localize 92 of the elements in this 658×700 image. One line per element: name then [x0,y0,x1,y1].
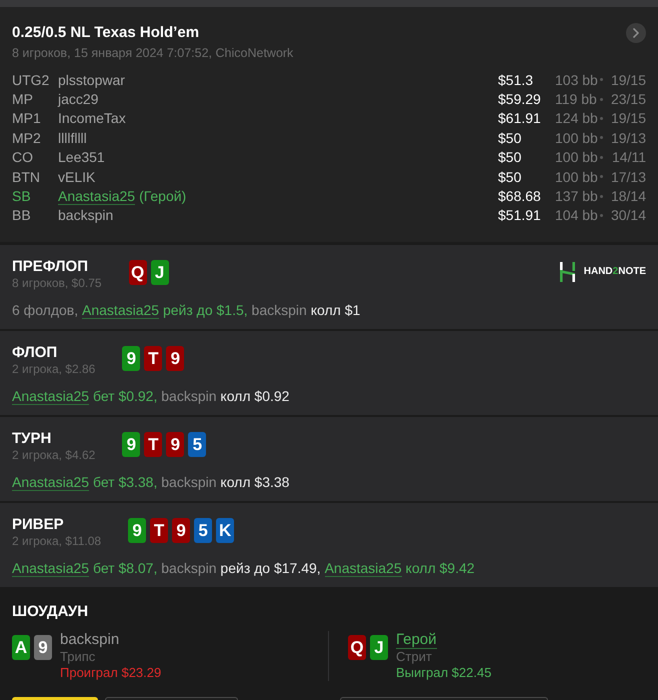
player-name: IncomeTax [58,109,126,128]
playing-card: 9 [34,635,52,660]
big-blinds: 104 bb [555,206,595,224]
playing-card: T [150,518,168,543]
result-text: Выиграл $22.45 [396,665,492,681]
position-label: MP2 [12,128,42,147]
big-blinds: 124 bb [555,109,595,128]
position-label: MP1 [12,109,42,128]
playing-card: J [370,635,388,660]
playing-card: A [12,635,30,660]
big-blinds: 100 bb [555,128,595,147]
playing-card: 5 [188,432,206,457]
player-name: backspin [58,206,114,224]
playing-card: 9 [122,432,140,457]
player-stats: 19/13 [610,128,646,147]
player-link[interactable]: Anastasia25 [12,560,90,577]
street-title: ПРЕФЛОП [12,258,89,276]
action-button[interactable] [12,697,98,700]
stack-amount: $50 [498,168,522,186]
playing-card: 9 [172,518,190,543]
next-button[interactable] [626,23,646,43]
playing-card: K [216,518,234,543]
player-link[interactable]: Герой [396,631,437,649]
action-line: 6 фолдов, Anastasia25 рейз до $1.5, backspin колл $1 [12,301,362,320]
result-text: Проиграл $23.29 [60,665,162,681]
action-button[interactable] [340,697,548,700]
player-link[interactable]: Anastasia25 [58,188,136,205]
playing-card: 9 [166,346,184,371]
playing-card: 9 [128,518,146,543]
playing-card: J [150,260,169,285]
player-name: Lee351 [58,148,105,166]
player-link[interactable]: Anastasia25 [12,388,90,405]
playing-card: T [144,432,162,457]
action-line: Anastasia25 бет $3.38, backspin колл $3.38 [12,473,290,492]
player-stats: 17/13 [610,168,646,186]
big-blinds: 137 bb [555,187,595,206]
player-name: vELIK [58,168,96,186]
playing-card: 9 [122,346,140,371]
player-stats: 30/14 [610,206,646,224]
stack-amount: $50 [498,128,522,147]
street-subtitle: 8 игроков, $0.75 [12,276,102,290]
playing-card: Q [128,260,147,285]
playing-card: Q [348,635,366,660]
position-label: BB [12,206,32,224]
big-blinds: 103 bb [555,70,595,89]
player-stats: 14/11 [611,148,646,166]
stack-amount: $59.29 [498,90,542,108]
big-blinds: 100 bb [555,148,595,166]
street-subtitle: 2 игрока, $4.62 [12,448,96,462]
logo-icon [560,262,575,282]
action-button[interactable] [105,697,238,700]
player-link[interactable]: Anastasia25 [12,474,90,491]
hand-rank: Трипс [60,649,96,665]
street-title: ФЛОП [12,344,58,362]
position-label: CO [12,148,34,166]
street-title: ТУРН [12,430,52,448]
player-link[interactable]: Anastasia25 [324,560,402,577]
player-stats: 23/15 [610,90,646,108]
chevron-right-icon [632,28,640,38]
hand-rank: Стрит [396,649,432,665]
player-stats: 19/15 [610,70,646,89]
playing-card: 5 [194,518,212,543]
hand-title: 0.25/0.5 NL Texas Hold’em [12,23,200,43]
action-line: Anastasia25 бет $8.07, backspin рейз до $17.49, Anastasia25 колл $9.42 [12,559,476,578]
street-subtitle: 2 игрока, $2.86 [12,362,96,376]
stack-amount: $50 [498,148,522,166]
logo-text: HAND2NOTE [584,266,646,278]
hero-tag: (Герой) [139,187,186,206]
player-name: jacc29 [58,90,98,108]
player-stats: 18/14 [610,187,646,206]
big-blinds: 100 bb [555,168,595,186]
stack-amount: $68.68 [498,187,542,206]
stack-amount: $61.91 [498,109,542,128]
stack-amount: $51.3 [498,70,534,89]
showdown-title: ШОУДАУН [12,603,90,621]
position-label: UTG2 [12,70,50,89]
player-name: plsstopwar [58,70,125,89]
street-subtitle: 2 игрока, $11.08 [12,534,102,548]
street-title: РИВЕР [12,516,65,534]
stack-amount: $51.91 [498,206,542,224]
player-name: backspin [60,631,120,649]
hand-subtitle: 8 игроков, 15 января 2024 7:07:52, ChicoNetwork [12,45,294,61]
player-stats: 19/15 [610,109,646,128]
position-label: SB [12,187,32,206]
player-link[interactable]: Anastasia25 [82,302,160,319]
big-blinds: 119 bb [555,90,595,108]
player-name: llllfllll [58,128,87,147]
playing-card: T [144,346,162,371]
playing-card: 9 [166,432,184,457]
position-label: BTN [12,168,41,186]
position-label: MP [12,90,34,108]
action-line: Anastasia25 бет $0.92, backspin колл $0.92 [12,387,290,406]
